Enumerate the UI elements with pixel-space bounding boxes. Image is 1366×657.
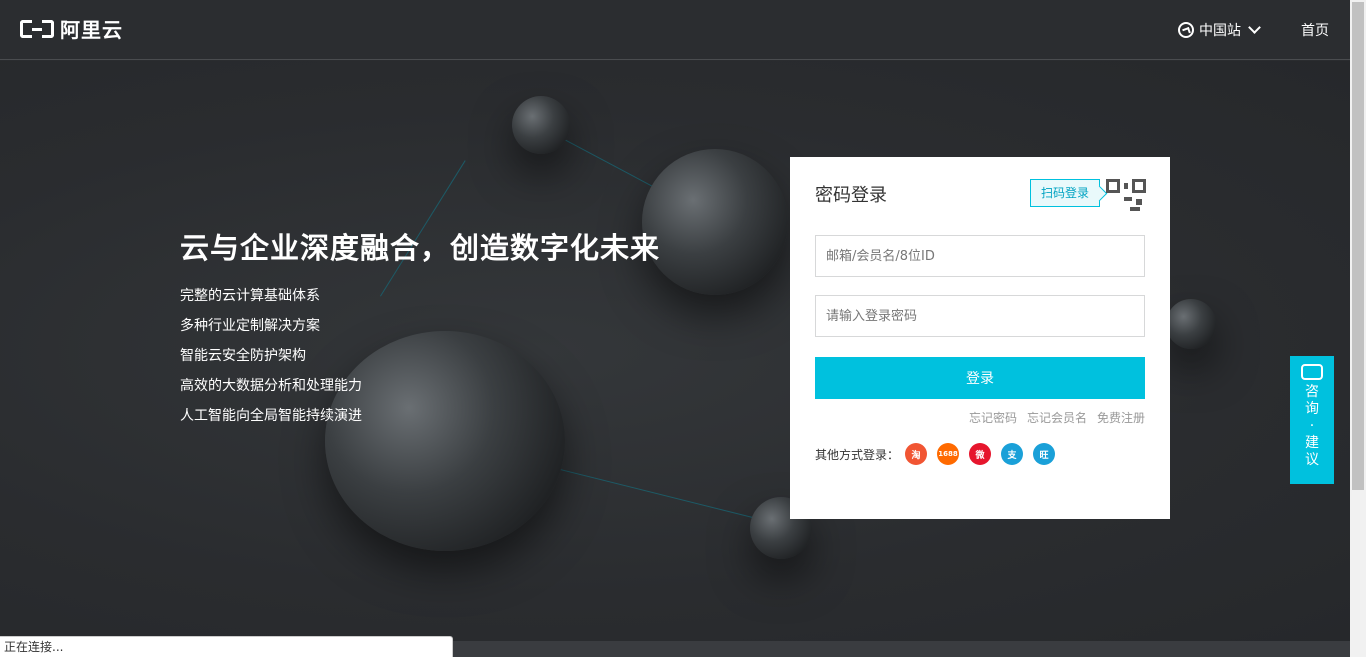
consult-char: 议 (1305, 452, 1319, 468)
alipay-icon[interactable]: 支 (1001, 443, 1024, 465)
qr-code-icon[interactable] (1106, 179, 1146, 219)
feature-item: 高效的大数据分析和处理能力 (180, 378, 362, 394)
username-input[interactable] (815, 235, 1145, 277)
taobao-icon[interactable]: 淘 (905, 443, 928, 465)
weibo-icon[interactable]: 微 (969, 443, 992, 465)
feature-item: 完整的云计算基础体系 (180, 288, 320, 304)
feature-item: 智能云安全防护架构 (180, 348, 306, 364)
decor-sphere (512, 96, 570, 154)
decor-sphere (642, 149, 788, 295)
consult-suggest-tab[interactable]: 咨 询 · 建 议 (1290, 356, 1334, 484)
login-title: 密码登录 (815, 185, 887, 206)
site-switch-dropdown[interactable]: 中国站 (1178, 20, 1261, 40)
login-button[interactable]: 登录 (815, 357, 1145, 399)
consult-char: 建 (1305, 435, 1319, 451)
site-switch-label: 中国站 (1199, 23, 1241, 39)
other-login-label: 其他方式登录： (815, 447, 900, 462)
feature-list: 完整的云计算基础体系 多种行业定制解决方案 智能云安全防护架构 高效的大数据分析… (180, 286, 362, 436)
other-login-methods: 其他方式登录： 淘 1688 微 支 旺 (815, 443, 1056, 465)
register-link[interactable]: 免费注册 (1097, 409, 1145, 426)
feature-item: 人工智能向全局智能持续演进 (180, 408, 362, 424)
qr-login-tip[interactable]: 扫码登录 (1030, 179, 1100, 207)
1688-icon[interactable]: 1688 (937, 443, 960, 465)
top-header: 阿里云 中国站 首页 (0, 0, 1350, 60)
login-card: 密码登录 扫码登录 登录 忘记密码 忘记会员名 免费注册 其他方式登录： 淘 1… (790, 157, 1170, 519)
forgot-password-link[interactable]: 忘记密码 (969, 409, 1017, 426)
logo-text: 阿里云 (60, 18, 123, 42)
password-input[interactable] (815, 295, 1145, 337)
home-link[interactable]: 首页 (1301, 20, 1329, 40)
chat-icon (1301, 364, 1323, 380)
consult-char: 询 (1305, 401, 1319, 417)
aliyun-logo-icon (20, 18, 54, 40)
consult-char: 咨 (1305, 384, 1319, 400)
forgot-username-link[interactable]: 忘记会员名 (1027, 409, 1087, 426)
browser-status-bar: 正在连接... (0, 636, 453, 657)
aliyun-logo[interactable]: 阿里云 (20, 14, 123, 43)
decor-sphere (1166, 299, 1216, 349)
hero-title: 云与企业深度融合，创造数字化未来 (180, 231, 661, 265)
aliwangwang-icon[interactable]: 旺 (1033, 443, 1056, 465)
chevron-down-icon (1248, 21, 1261, 34)
globe-icon (1178, 22, 1194, 38)
account-links: 忘记密码 忘记会员名 免费注册 (969, 409, 1145, 426)
feature-item: 多种行业定制解决方案 (180, 318, 320, 334)
consult-char: · (1309, 418, 1315, 434)
scrollbar-thumb[interactable] (1352, 2, 1364, 490)
